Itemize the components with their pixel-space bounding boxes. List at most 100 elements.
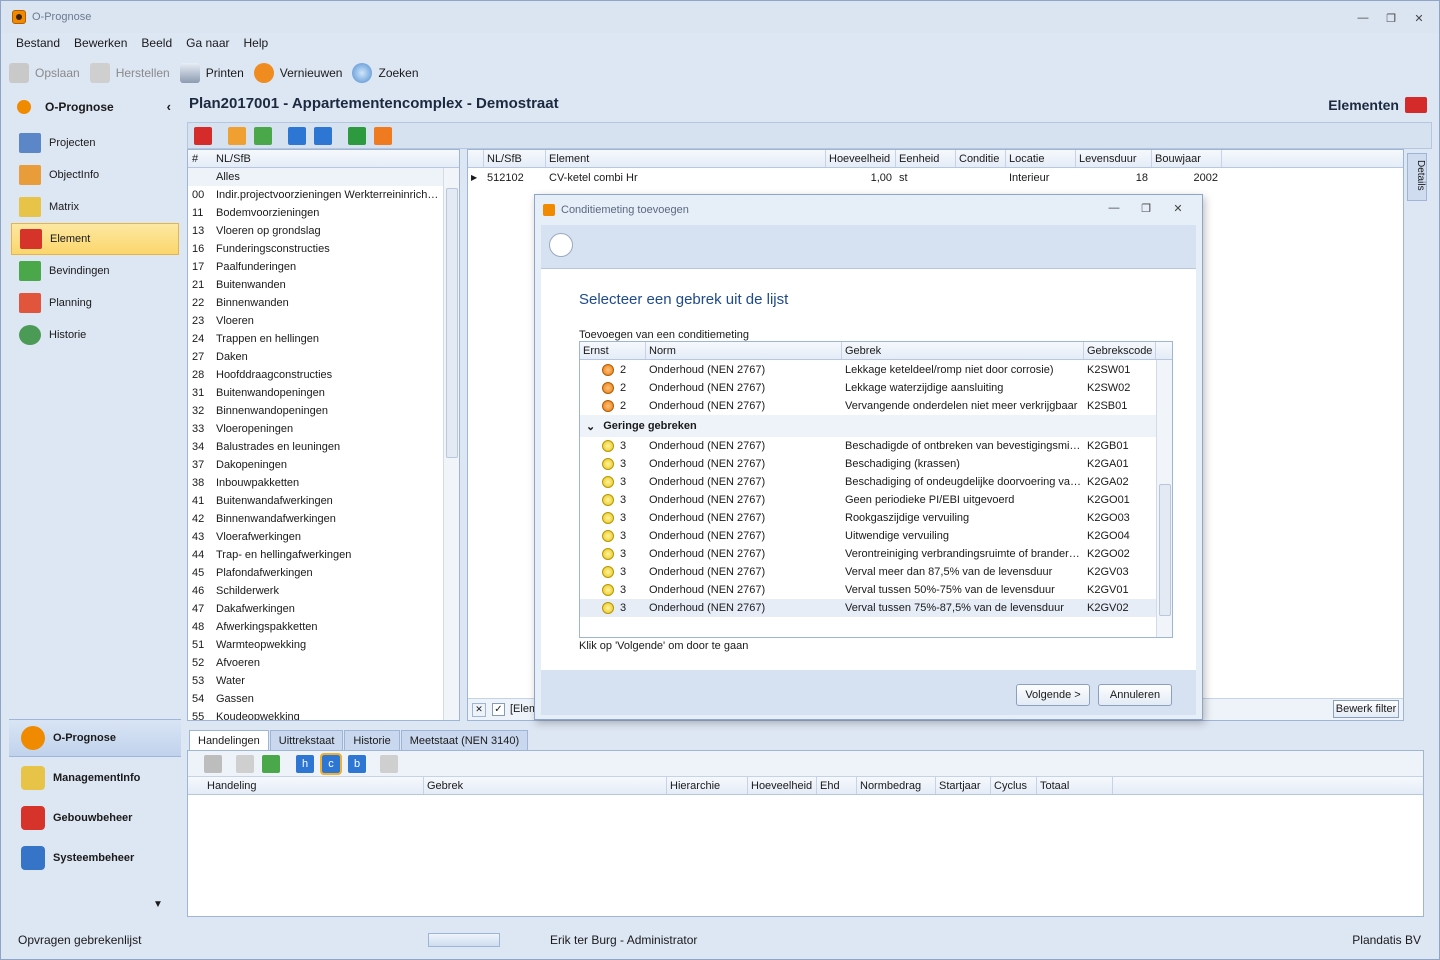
sidebar-item-matrix[interactable]: Matrix bbox=[9, 191, 181, 223]
nav-o-prognose[interactable]: O-Prognose bbox=[9, 719, 181, 757]
column-header-gebrek[interactable]: Gebrek bbox=[842, 342, 1084, 359]
b-button[interactable]: b bbox=[348, 754, 366, 773]
delete-icon[interactable] bbox=[204, 754, 222, 773]
tab-uittrekstaat[interactable]: Uittrekstaat bbox=[269, 730, 344, 751]
column-header-nlsfb[interactable]: NL/SfB bbox=[212, 150, 459, 167]
nlsfb-scrollbar[interactable] bbox=[443, 168, 459, 720]
menu-help[interactable]: Help bbox=[236, 34, 275, 52]
sidebar-item-element[interactable]: Element bbox=[11, 223, 179, 255]
filter-checkbox[interactable]: ✓ bbox=[492, 703, 505, 716]
dialog-minimize-button[interactable]: — bbox=[1098, 202, 1130, 215]
column-header-eenheid[interactable]: Eenheid bbox=[896, 150, 956, 167]
list-item[interactable]: 28 Hoofddraagconstructies bbox=[188, 366, 459, 384]
list-item[interactable]: 11 Bodemvoorzieningen bbox=[188, 204, 459, 222]
h-button[interactable]: h bbox=[296, 754, 314, 773]
table-row[interactable]: 2 Onderhoud (NEN 2767) Lekkage keteldeel/r… bbox=[580, 361, 1156, 379]
list-item[interactable]: 21 Buitenwanden bbox=[188, 276, 459, 294]
list-item[interactable]: 46 Schilderwerk bbox=[188, 582, 459, 600]
open-icon[interactable] bbox=[236, 754, 254, 773]
list-item[interactable]: 41 Buitenwandafwerkingen bbox=[188, 492, 459, 510]
list-item[interactable]: 33 Vloeropeningen bbox=[188, 420, 459, 438]
copy-icon[interactable] bbox=[314, 126, 332, 145]
list-item[interactable]: 44 Trap- en hellingafwerkingen bbox=[188, 546, 459, 564]
cell-locatie[interactable]: Interieur bbox=[1006, 168, 1076, 188]
cell-conditie[interactable] bbox=[956, 168, 1006, 188]
menu-bewerken[interactable]: Bewerken bbox=[67, 34, 134, 52]
list-item[interactable]: 23 Vloeren bbox=[188, 312, 459, 330]
list-item[interactable]: 43 Vloerafwerkingen bbox=[188, 528, 459, 546]
next-button[interactable]: Volgende > bbox=[1016, 684, 1090, 706]
refresh-button[interactable]: Vernieuwen bbox=[253, 58, 342, 88]
column-header-hoeveelheid[interactable]: Hoeveelheid bbox=[826, 150, 896, 167]
table-row[interactable]: 3 Onderhoud (NEN 2767) Beschadiging (krass… bbox=[580, 455, 1156, 473]
window-icon[interactable] bbox=[262, 754, 280, 773]
column-header-totaal[interactable]: Totaal bbox=[1037, 777, 1113, 794]
list-item[interactable]: 00 Indir.projectvoorzieningen Werkterrein… bbox=[188, 186, 459, 204]
column-header-gebrekscode[interactable]: Gebrekscode bbox=[1084, 342, 1156, 359]
list-item[interactable]: 31 Buitenwandopeningen bbox=[188, 384, 459, 402]
window-icon[interactable] bbox=[254, 126, 272, 145]
table-row[interactable]: 3 Onderhoud (NEN 2767) Verval tussen 75%-8… bbox=[580, 599, 1156, 617]
scroll-thumb[interactable] bbox=[1159, 484, 1171, 616]
save-button[interactable]: Opslaan bbox=[9, 58, 80, 88]
table-row[interactable]: 3 Onderhoud (NEN 2767) Rookgaszijdige verv… bbox=[580, 509, 1156, 527]
list-item[interactable]: 54 Gassen bbox=[188, 690, 459, 708]
dialog-close-button[interactable]: ✕ bbox=[1162, 202, 1194, 215]
column-header-ehd[interactable]: Ehd bbox=[817, 777, 857, 794]
list-item[interactable]: 38 Inbouwpakketten bbox=[188, 474, 459, 492]
list-item[interactable]: 55 Koudeopwekking bbox=[188, 708, 459, 720]
open-icon[interactable] bbox=[228, 126, 246, 145]
add-icon[interactable] bbox=[288, 126, 306, 145]
list-item[interactable]: 52 Afvoeren bbox=[188, 654, 459, 672]
table-row[interactable]: 3 Onderhoud (NEN 2767) Verontreiniging ver… bbox=[580, 545, 1156, 563]
column-header-norm[interactable]: Norm bbox=[646, 342, 842, 359]
chevron-down-icon[interactable]: ▼ bbox=[153, 899, 163, 910]
back-arrow-icon[interactable] bbox=[549, 233, 573, 257]
defects-scrollbar[interactable] bbox=[1156, 360, 1172, 637]
column-header-ernst[interactable]: Ernst bbox=[580, 342, 646, 359]
sidebar-item-bevindingen[interactable]: Bevindingen bbox=[9, 255, 181, 287]
check-icon[interactable] bbox=[380, 754, 398, 773]
group-row[interactable]: ⌄ Geringe gebreken bbox=[580, 415, 1156, 437]
sidebar-item-planning[interactable]: Planning bbox=[9, 287, 181, 319]
column-header-normbedrag[interactable]: Normbedrag bbox=[857, 777, 936, 794]
clear-filter-icon[interactable]: ✕ bbox=[472, 703, 486, 717]
close-button[interactable]: ✕ bbox=[1405, 9, 1433, 27]
nav-managementinfo[interactable]: ManagementInfo bbox=[9, 759, 181, 797]
list-item[interactable]: 51 Warmteopwekking bbox=[188, 636, 459, 654]
column-header-handeling[interactable]: Handeling bbox=[204, 777, 424, 794]
column-header-bouwjaar[interactable]: Bouwjaar bbox=[1152, 150, 1222, 167]
list-item[interactable]: 27 Daken bbox=[188, 348, 459, 366]
column-header-levensduur[interactable]: Levensduur bbox=[1076, 150, 1152, 167]
details-tab[interactable]: Details bbox=[1407, 153, 1427, 201]
list-item[interactable]: 53 Water bbox=[188, 672, 459, 690]
sidebar-item-objectinfo[interactable]: ObjectInfo bbox=[9, 159, 181, 191]
table-row[interactable]: 2 Onderhoud (NEN 2767) Vervangende onderde… bbox=[580, 397, 1156, 415]
menu-beeld[interactable]: Beeld bbox=[134, 34, 179, 52]
cancel-button[interactable]: Annuleren bbox=[1098, 684, 1172, 706]
tab-meetstaat[interactable]: Meetstaat (NEN 3140) bbox=[400, 730, 529, 751]
column-header-locatie[interactable]: Locatie bbox=[1006, 150, 1076, 167]
nav-systeembeheer[interactable]: Systeembeheer bbox=[9, 839, 181, 877]
list-item[interactable]: 16 Funderingsconstructies bbox=[188, 240, 459, 258]
menu-bestand[interactable]: Bestand bbox=[9, 34, 67, 52]
minimize-button[interactable]: — bbox=[1349, 9, 1377, 27]
cell-bouwjaar[interactable]: 2002 bbox=[1152, 168, 1222, 188]
search-button[interactable]: Zoeken bbox=[352, 58, 419, 88]
column-header-hoeveelheid[interactable]: Hoeveelheid bbox=[748, 777, 817, 794]
list-item[interactable]: 37 Dakopeningen bbox=[188, 456, 459, 474]
tab-historie[interactable]: Historie bbox=[344, 730, 400, 751]
column-header-startjaar[interactable]: Startjaar bbox=[936, 777, 991, 794]
column-header-number[interactable]: # bbox=[188, 150, 212, 167]
list-item[interactable]: 45 Plafondafwerkingen bbox=[188, 564, 459, 582]
excel-icon[interactable] bbox=[348, 126, 366, 145]
edit-filter-button[interactable]: Bewerk filter bbox=[1333, 700, 1399, 718]
maximize-button[interactable]: ❐ bbox=[1377, 9, 1405, 27]
table-row[interactable]: 3 Onderhoud (NEN 2767) Verval meer dan 87,… bbox=[580, 563, 1156, 581]
cell-eenheid[interactable]: st bbox=[896, 168, 956, 188]
delete-icon[interactable] bbox=[194, 126, 212, 145]
column-header-gebrek[interactable]: Gebrek bbox=[424, 777, 667, 794]
list-item[interactable]: 47 Dakafwerkingen bbox=[188, 600, 459, 618]
table-row[interactable]: 3 Onderhoud (NEN 2767) Beschadiging of ond… bbox=[580, 473, 1156, 491]
chevron-down-icon[interactable]: ⌄ bbox=[586, 420, 595, 433]
